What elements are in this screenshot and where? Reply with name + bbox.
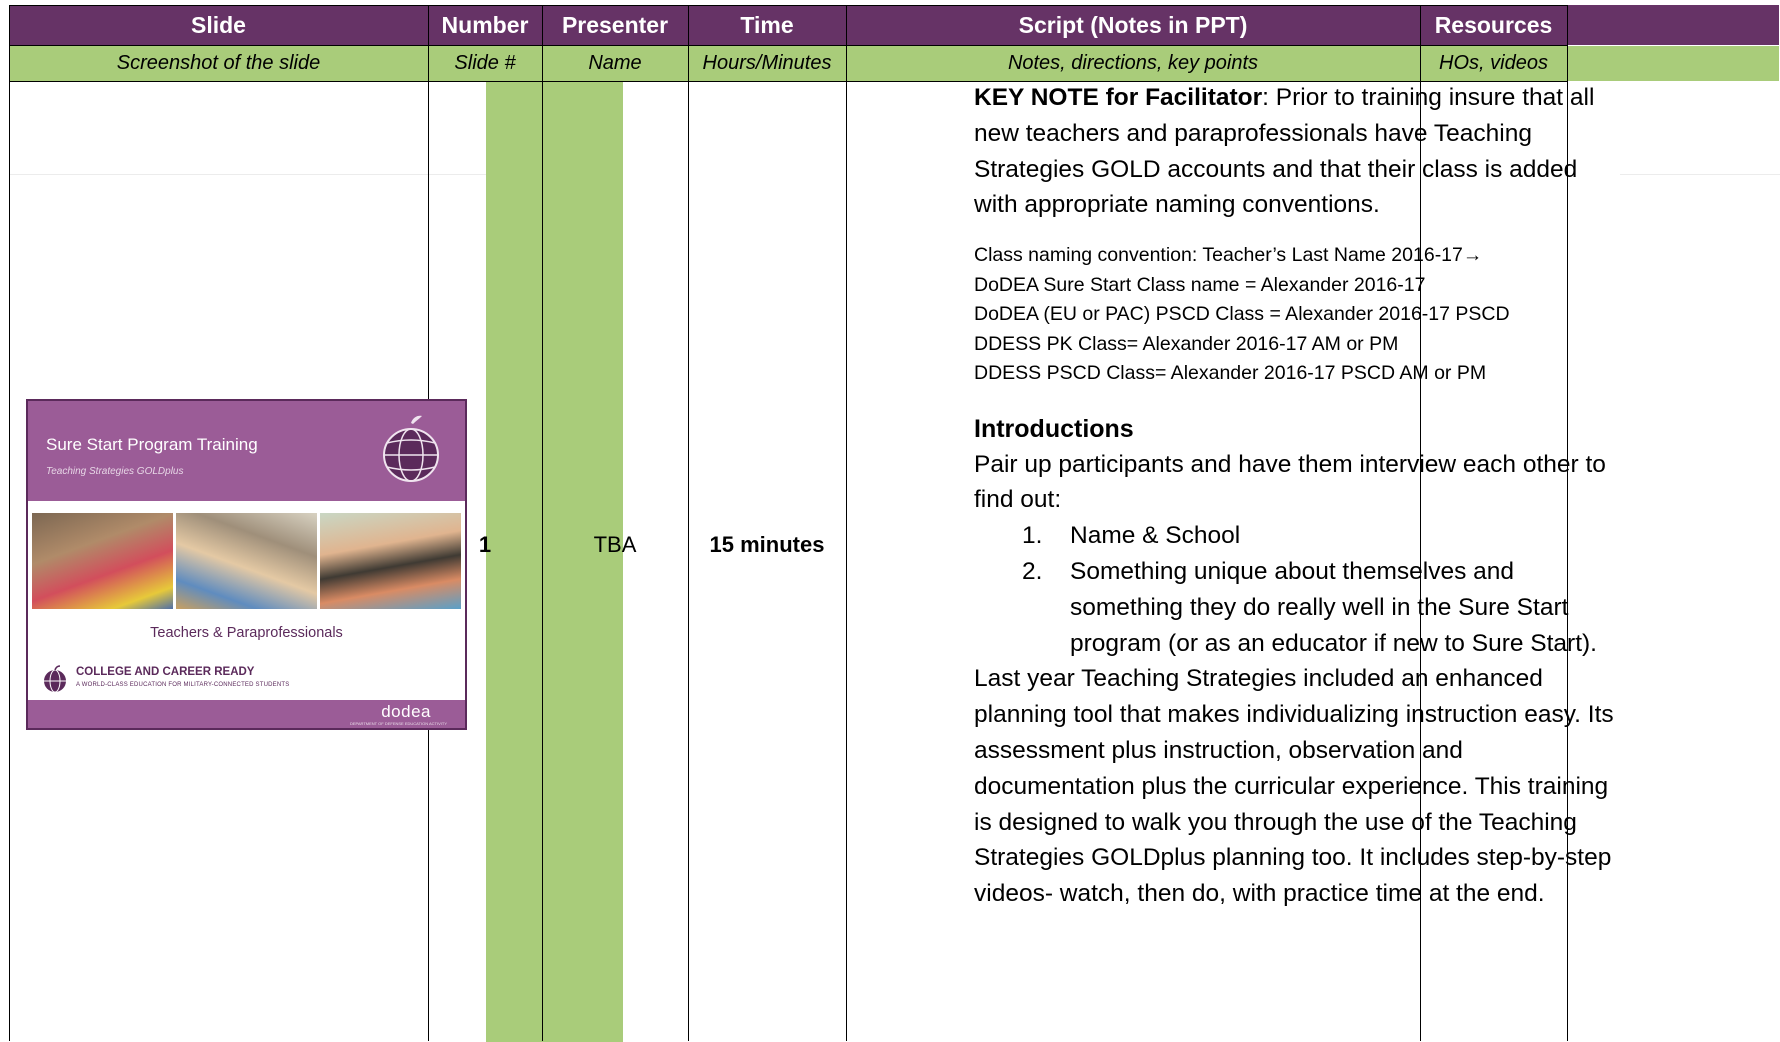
header-time: Time: [740, 11, 794, 38]
subheader-number: Slide #: [454, 52, 516, 74]
header-number: Number: [441, 11, 529, 38]
time-value: 15 minutes: [709, 532, 825, 557]
ccr-subtitle: A WORLD-CLASS EDUCATION FOR MILITARY-CON…: [76, 682, 290, 688]
introductions-heading: Introductions: [974, 414, 1134, 443]
header-resources: Resources: [1434, 11, 1553, 38]
presenter-cell: TBA: [542, 82, 688, 1042]
presenter-value: TBA: [593, 532, 637, 557]
rule: [9, 5, 1568, 6]
introductions-text: Pair up participants and have them inter…: [974, 450, 1606, 514]
time-cell: 15 minutes: [688, 82, 846, 1042]
thumb-footer-band: dodea DEPARTMENT OF DEFENSE EDUCATION AC…: [28, 700, 465, 728]
subheader-slide: Screenshot of the slide: [116, 52, 321, 74]
naming-line: Class naming convention: Teacher’s Last …: [974, 244, 1483, 267]
rule: [9, 5, 10, 1041]
subheader-resources: HOs, videos: [1439, 52, 1548, 74]
apple-globe-icon: [383, 415, 439, 482]
list-item-text: Name & School: [1070, 522, 1241, 550]
thumb-audience: Teachers & Paraprofessionals: [150, 625, 343, 641]
slide-number-value: 1: [478, 532, 492, 557]
list-item-text: Something unique about themselves and so…: [1070, 558, 1597, 657]
introductions-list: 1. Name & School 2. Something unique about…: [974, 518, 1614, 661]
header-script: Script (Notes in PPT): [1018, 11, 1248, 38]
list-item: 2. Something unique about themselves and …: [974, 554, 1614, 661]
classroom-photo: [176, 513, 317, 609]
subheader-time: Hours/Minutes: [702, 52, 832, 74]
key-note: KEY NOTE for Facilitator: Prior to train…: [974, 80, 1614, 223]
ccr-title: COLLEGE AND CAREER READY: [76, 666, 255, 678]
ccr-logo: COLLEGE AND CAREER READY A WORLD-CLASS E…: [42, 665, 342, 695]
list-item: 1. Name & School: [974, 518, 1614, 554]
classroom-photo: [32, 513, 173, 609]
subheader-presenter: Name: [588, 52, 642, 74]
dodea-logo-sub: DEPARTMENT OF DEFENSE EDUCATION ACTIVITY: [349, 721, 447, 726]
script-notes: KEY NOTE for Facilitator: Prior to train…: [974, 80, 1614, 912]
list-item-number: 1.: [1022, 522, 1043, 550]
thumb-photo-strip: [32, 513, 461, 609]
naming-line: DoDEA (EU or PAC) PSCD Class = Alexander…: [974, 303, 1510, 326]
thumb-title-band: Sure Start Program Training Teaching Str…: [28, 401, 465, 501]
dodea-logo: dodea: [381, 702, 431, 721]
naming-line: DoDEA Sure Start Class name = Alexander …: [974, 273, 1426, 296]
header-presenter: Presenter: [561, 11, 669, 38]
rule: [846, 5, 847, 1041]
apple-globe-icon: [44, 665, 66, 693]
list-item-number: 2.: [1022, 558, 1043, 586]
naming-line: DDESS PK Class= Alexander 2016-17 AM or …: [974, 332, 1399, 355]
row-divider: [9, 174, 486, 175]
key-note-label: KEY NOTE for Facilitator: [974, 84, 1263, 111]
rule: [9, 45, 1568, 46]
header-slide: Slide: [191, 11, 246, 38]
naming-line: DDESS PSCD Class= Alexander 2016-17 PSCD…: [974, 362, 1487, 385]
thumb-title: Sure Start Program Training: [46, 435, 258, 454]
subheader-script: Notes, directions, key points: [1007, 52, 1259, 74]
slide-thumbnail: Sure Start Program Training Teaching Str…: [26, 399, 467, 730]
thumb-subtitle: Teaching Strategies GOLDplus: [46, 466, 184, 477]
closing-paragraph: Last year Teaching Strategies included a…: [974, 665, 1614, 908]
row-divider: [1620, 174, 1780, 175]
classroom-photo: [320, 513, 461, 609]
